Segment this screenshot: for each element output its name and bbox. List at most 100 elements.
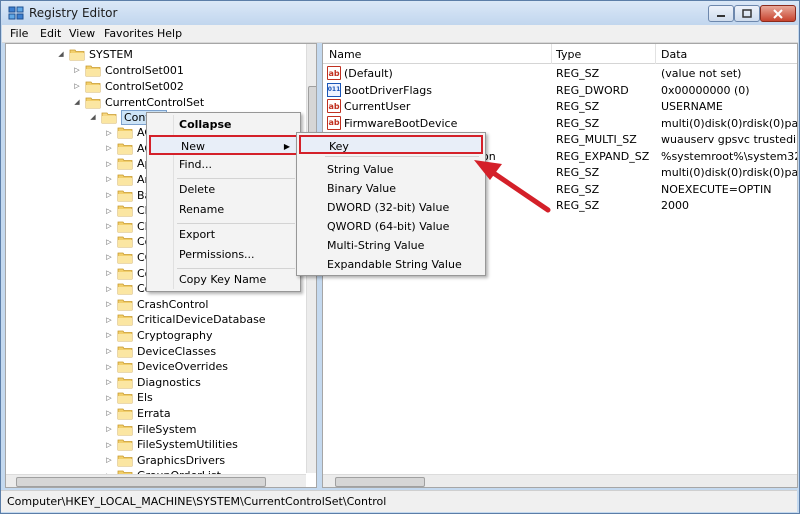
expand-closed-icon[interactable]: ▷ [104,346,114,356]
sub-binary-value[interactable]: Binary Value [299,179,483,198]
close-button[interactable] [760,5,796,22]
expand-closed-icon[interactable]: ▷ [104,455,114,465]
expand-closed-icon[interactable]: ▷ [104,440,114,450]
expand-open-icon[interactable]: ◢ [56,49,66,59]
tree-item[interactable]: ▷ CriticalDeviceDatabase [104,312,266,328]
expand-closed-icon[interactable]: ▷ [104,315,114,325]
minimize-button[interactable] [708,5,734,22]
value-data: USERNAME [661,100,723,113]
sub-qword-value[interactable]: QWORD (64-bit) Value [299,217,483,236]
sub-dword-value[interactable]: DWORD (32-bit) Value [299,198,483,217]
list-hscroll-thumb[interactable] [335,477,425,487]
folder-icon [117,361,133,373]
tree-scroll-thumb[interactable] [308,86,316,136]
tree-item[interactable]: ▷ DeviceOverrides [104,359,228,375]
tree-item[interactable]: ▷ FileSystemUtilities [104,437,238,453]
expand-closed-icon[interactable]: ▷ [104,221,114,231]
tree-item[interactable]: ▷ GraphicsDrivers [104,452,225,468]
folder-icon [117,252,133,264]
ctx-copy-key-name[interactable]: Copy Key Name [149,270,298,290]
column-divider[interactable] [551,44,552,64]
tree-item[interactable]: ▷ FileSystem [104,421,196,437]
sub-key[interactable]: Key [299,135,483,154]
column-data-header[interactable]: Data [661,48,687,61]
list-row[interactable]: 011 BootDriverFlags REG_DWORD 0x00000000 (0… [323,82,797,99]
expand-closed-icon[interactable]: ▷ [104,143,114,153]
expand-closed-icon[interactable]: ▷ [104,190,114,200]
menu-favorites[interactable]: Favorites [104,27,154,40]
expand-closed-icon[interactable]: ▷ [104,424,114,434]
tree-item-label: FileSystemUtilities [137,438,238,452]
expand-closed-icon[interactable]: ▷ [104,299,114,309]
sub-multi-string-value[interactable]: Multi-String Value [299,236,483,255]
list-row[interactable]: ab FirmwareBootDevice REG_SZ multi(0)disk(0… [323,115,797,132]
list-row[interactable]: ab CurrentUser REG_SZ USERNAME [323,98,797,115]
ctx-permissions[interactable]: Permissions... [149,245,298,265]
ctx-export[interactable]: Export [149,225,298,245]
folder-icon [117,143,133,155]
expand-closed-icon[interactable]: ▷ [104,237,114,247]
folder-icon [117,330,133,342]
menu-view[interactable]: View [69,27,95,40]
expand-open-icon[interactable]: ◢ [88,112,98,122]
expand-closed-icon[interactable]: ▷ [104,330,114,340]
tree-item[interactable]: ▷ Cryptography [104,327,212,343]
ctx-find[interactable]: Find... [149,155,298,175]
expand-closed-icon[interactable]: ▷ [104,284,114,294]
expand-open-icon[interactable]: ◢ [72,97,82,107]
tree-horizontal-scrollbar[interactable] [6,474,306,487]
binary-value-icon: 011 [327,82,341,97]
expand-closed-icon[interactable]: ▷ [104,408,114,418]
ctx-collapse[interactable]: Collapse [149,115,298,135]
expand-closed-icon[interactable]: ▷ [104,377,114,387]
menu-edit[interactable]: Edit [40,27,61,40]
ctx-rename[interactable]: Rename [149,200,298,220]
expand-closed-icon[interactable]: ▷ [104,174,114,184]
tree-item-label: Diagnostics [137,375,201,389]
tree-item[interactable]: ◢ SYSTEM [56,46,133,62]
expand-closed-icon[interactable]: ▷ [104,362,114,372]
ctx-delete[interactable]: Delete [149,180,298,200]
tree-hscroll-thumb[interactable] [16,477,266,487]
minimize-icon [717,14,725,17]
menu-file[interactable]: File [10,27,28,40]
column-divider[interactable] [655,44,656,64]
value-type: REG_SZ [556,116,600,130]
list-row[interactable]: ab (Default) REG_SZ (value not set) [323,65,797,82]
list-horizontal-scrollbar[interactable] [323,474,797,487]
ctx-new[interactable]: New ▶ [149,135,298,155]
expand-closed-icon[interactable]: ▷ [104,159,114,169]
tree-item[interactable]: ▷ Diagnostics [104,374,201,390]
folder-icon [117,158,133,170]
value-data: NOEXECUTE=OPTIN [661,182,772,196]
maximize-icon [742,9,752,18]
expand-closed-icon[interactable]: ▷ [104,252,114,262]
tree-item-label: CriticalDeviceDatabase [137,313,266,327]
tree-item[interactable]: ▷ Els [104,390,152,406]
expand-closed-icon[interactable]: ▷ [104,393,114,403]
expand-closed-icon[interactable]: ▷ [104,268,114,278]
expand-closed-icon[interactable]: ▷ [104,206,114,216]
tree-item-label: Errata [137,406,171,420]
value-name: (Default) [344,67,393,80]
tree-item[interactable]: ◢ CurrentControlSet [72,94,204,110]
value-type: REG_SZ [556,199,600,212]
tree-item[interactable]: ▷ DeviceClasses [104,343,216,359]
sub-string-value[interactable]: String Value [299,160,483,179]
expand-closed-icon[interactable]: ▷ [104,128,114,138]
tree-item[interactable]: ▷ ControlSet002 [72,78,184,94]
sub-expandable-string-value[interactable]: Expandable String Value [299,255,483,274]
tree-item[interactable]: ▷ CrashControl [104,296,208,312]
menu-help[interactable]: Help [157,27,182,40]
tree-item-label: ControlSet002 [105,79,184,93]
column-name-header[interactable]: Name [329,48,361,61]
tree-item[interactable]: ▷ ControlSet001 [72,62,184,78]
expand-closed-icon[interactable]: ▷ [72,81,82,91]
column-type-header[interactable]: Type [556,48,581,61]
maximize-button[interactable] [734,5,760,22]
menu-separator [177,223,295,224]
value-data: (value not set) [661,67,742,80]
folder-icon [117,424,133,435]
expand-closed-icon[interactable]: ▷ [72,65,82,75]
tree-item[interactable]: ▷ Errata [104,405,171,421]
